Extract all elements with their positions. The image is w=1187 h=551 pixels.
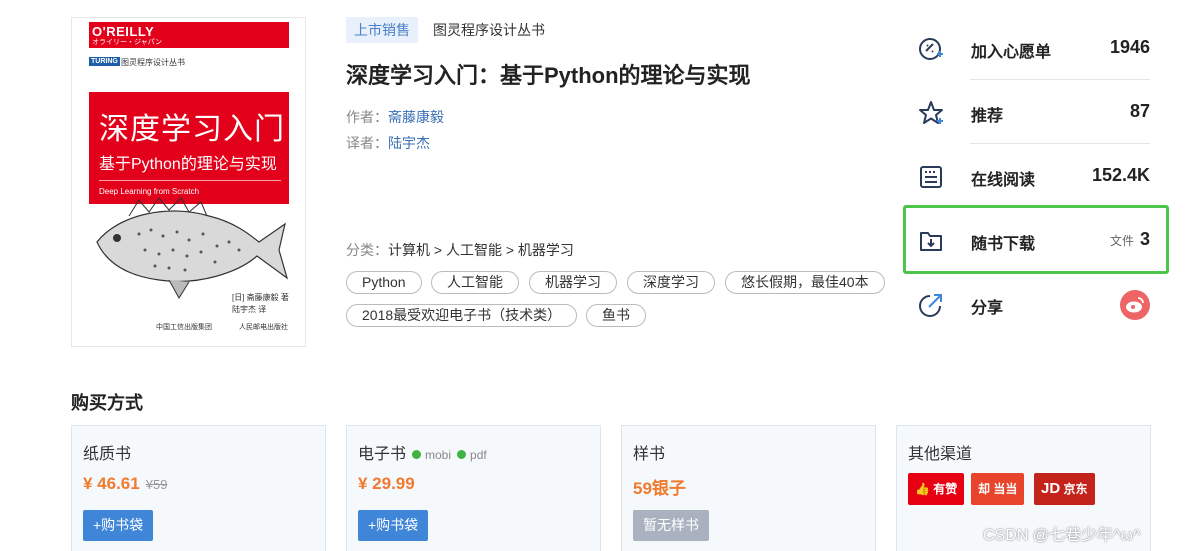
author-link[interactable]: 斋藤康毅 — [388, 109, 444, 125]
add-ebook-to-bag-button[interactable]: +购书袋 — [358, 510, 429, 541]
cover-series-text: 图灵程序设计丛书 — [121, 58, 185, 67]
cover-translator-line: 陆宇杰 译 — [232, 305, 267, 314]
sample-title: 样书 — [633, 446, 666, 463]
sample-price: 59银子 — [633, 479, 686, 498]
book-cover[interactable]: O'REILLY オライリー・ジャパン TURING 图灵程序设计丛书 深度学习… — [71, 17, 306, 347]
translator-link[interactable]: 陆宇杰 — [388, 135, 430, 151]
tag-chip[interactable]: 2018最受欢迎电子书（技术类） — [346, 304, 578, 327]
read-count: 152.4K — [1091, 165, 1150, 185]
share-label: 分享 — [971, 300, 1004, 317]
jd-label: 京东 — [1063, 482, 1088, 496]
paper-book-card: 纸质书 ¥ 46.61 ¥59 +购书袋 — [71, 425, 326, 551]
add-paper-to-bag-button[interactable]: +购书袋 — [83, 510, 154, 541]
download-label: 随书下载 — [971, 236, 1036, 253]
reader-icon — [920, 166, 942, 188]
fish-illustration — [96, 197, 289, 299]
online-read-row[interactable]: 在线阅读 152.4K — [905, 144, 1168, 208]
tag-chip[interactable]: Python — [346, 271, 422, 294]
cover-author-line: [日] 斋藤康毅 著 — [232, 293, 289, 302]
watermark: CSDN @七巷少年^ω^ — [983, 527, 1141, 544]
category-label: 分类： — [346, 242, 388, 258]
ebook-header: 电子书 mobi pdf — [358, 440, 487, 464]
paper-price-value: ¥ 46.61 — [83, 474, 140, 493]
tag-chip[interactable]: 鱼书 — [586, 304, 646, 327]
no-sample-button: 暂无样书 — [633, 510, 709, 541]
purchase-section-title: 购买方式 — [71, 393, 143, 413]
share-icon — [919, 294, 942, 317]
category-breadcrumb[interactable]: 计算机 > 人工智能 > 机器学习 — [388, 242, 574, 258]
cover-title-block: 深度学习入门 基于Python的理论与实现 Deep Learning from… — [89, 92, 289, 204]
recommend-count: 87 — [1129, 101, 1150, 121]
tag-chip[interactable]: 悠长假期，最佳40本 — [725, 271, 885, 294]
share-row[interactable]: 分享 — [905, 272, 1168, 336]
check-icon — [412, 450, 422, 459]
jd-channel-button[interactable]: JD 京东 — [1034, 473, 1095, 505]
youzan-channel-button[interactable]: 👍 有赞 — [908, 473, 965, 505]
jd-icon: JD — [1041, 480, 1061, 497]
category-row: 分类：计算机 > 人工智能 > 机器学习 — [346, 240, 574, 260]
format-pdf: pdf — [457, 448, 487, 462]
wishlist-count: 1946 — [1109, 37, 1150, 57]
dangdang-channel-button[interactable]: 却 当当 — [971, 473, 1025, 505]
recommend-label: 推荐 — [971, 108, 1004, 125]
ebook-title: 电子书 — [358, 446, 407, 463]
page-title: 深度学习入门：基于Python的理论与实现 — [346, 63, 751, 88]
download-count: 文件 3 — [1110, 229, 1150, 250]
dangdang-label: 当当 — [993, 482, 1018, 496]
wishlist-label: 加入心愿单 — [971, 44, 1052, 61]
wishlist-row[interactable]: 加入心愿单 1946 — [905, 16, 1168, 80]
other-channels-title: 其他渠道 — [908, 446, 973, 463]
format-mobi: mobi — [412, 448, 451, 462]
tag-chip[interactable]: 人工智能 — [431, 271, 519, 294]
translator-row: 译者：陆宇杰 — [346, 133, 430, 153]
star-icon — [919, 101, 943, 124]
file-count: 3 — [1139, 229, 1150, 249]
cover-publisher-2: 人民邮电出版社 — [239, 324, 288, 331]
status-badge: 上市销售 — [346, 17, 418, 43]
ebook-price: ¥ 29.99 — [358, 474, 415, 493]
cover-divider — [99, 180, 281, 181]
cover-subtitle: 基于Python的理论与实现 — [99, 156, 277, 173]
format-pdf-label: pdf — [470, 448, 487, 462]
cover-brand-sub: オライリー・ジャパン — [92, 39, 162, 46]
tag-chip[interactable]: 机器学习 — [529, 271, 617, 294]
cover-title: 深度学习入门 — [99, 113, 285, 146]
cover-series: TURING 图灵程序设计丛书 — [89, 57, 289, 69]
recommend-row[interactable]: 推荐 87 — [905, 80, 1168, 144]
turing-logo: TURING — [89, 57, 120, 66]
wishlist-icon — [919, 38, 943, 60]
author-label: 作者： — [346, 109, 388, 125]
paper-price: ¥ 46.61 ¥59 — [83, 474, 167, 494]
dangdang-icon: 却 — [978, 482, 991, 496]
thumb-icon: 👍 — [915, 482, 930, 496]
series-link[interactable]: 图灵程序设计丛书 — [433, 17, 545, 43]
download-folder-icon — [920, 232, 942, 251]
paper-old-price: ¥59 — [145, 477, 168, 492]
youzan-label: 有赞 — [933, 482, 958, 496]
cover-publisher: 中国工信出版集团 — [156, 324, 212, 331]
download-row[interactable]: 随书下载 文件 3 — [905, 208, 1168, 272]
author-row: 作者：斋藤康毅 — [346, 107, 444, 127]
format-mobi-label: mobi — [425, 448, 452, 462]
tag-chip[interactable]: 深度学习 — [627, 271, 715, 294]
file-label: 文件 — [1109, 234, 1134, 248]
check-icon — [457, 450, 467, 459]
cover-art: O'REILLY オライリー・ジャパン TURING 图灵程序设计丛书 深度学习… — [89, 22, 289, 344]
oreilly-logo: O'REILLY オライリー・ジャパン — [89, 22, 289, 48]
translator-label: 译者： — [346, 135, 388, 151]
online-read-label: 在线阅读 — [971, 172, 1036, 189]
cover-author: [日] 斋藤康毅 著 陆宇杰 译 — [232, 292, 289, 316]
weibo-icon — [1126, 297, 1144, 313]
weibo-share-button[interactable] — [1120, 290, 1150, 320]
ebook-card: 电子书 mobi pdf ¥ 29.99 +购书袋 — [346, 425, 601, 551]
sample-card: 样书 59银子 暂无样书 — [621, 425, 876, 551]
paper-book-title: 纸质书 — [83, 446, 132, 463]
